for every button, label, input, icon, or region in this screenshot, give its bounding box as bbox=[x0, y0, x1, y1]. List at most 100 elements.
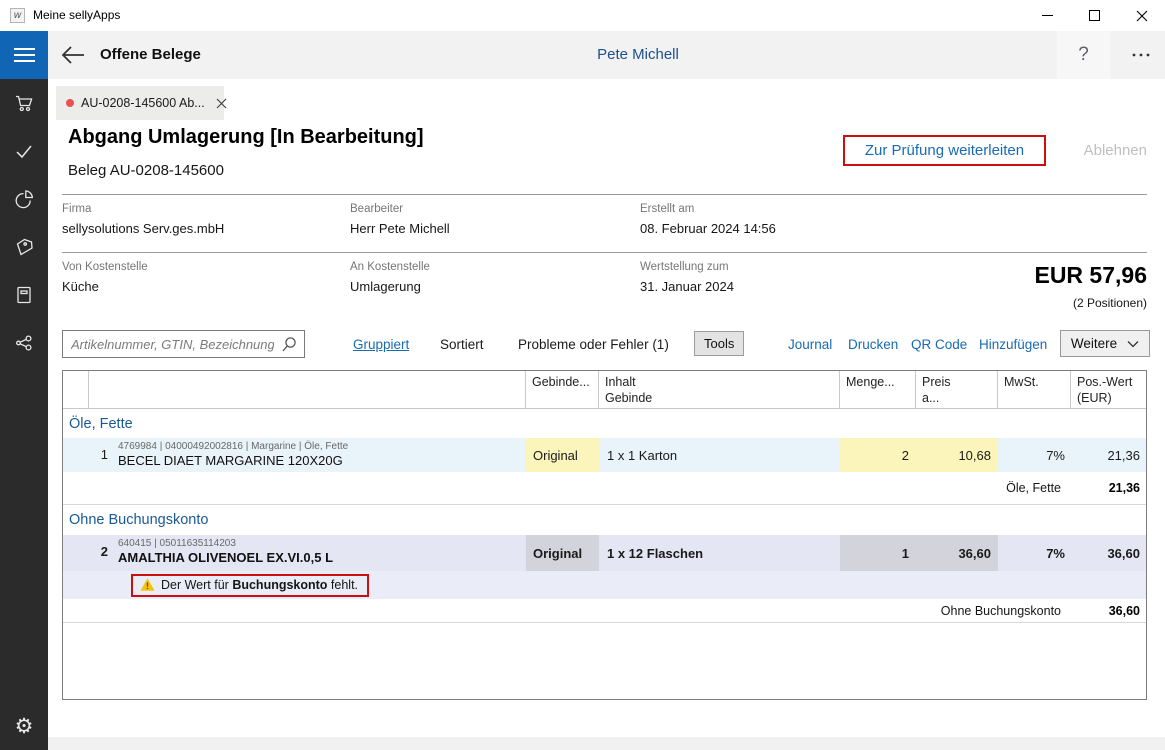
col-pos-wert[interactable]: Pos.-Wert (EUR) bbox=[1071, 371, 1146, 408]
col-preis[interactable]: Preis a... bbox=[916, 371, 998, 408]
search-input[interactable] bbox=[63, 331, 304, 357]
menge-cell[interactable]: 2 bbox=[840, 438, 916, 472]
tab-label: AU-0208-145600 Ab... bbox=[81, 96, 205, 110]
tab-close-button[interactable] bbox=[216, 98, 227, 109]
forward-for-review-button[interactable]: Zur Prüfung weiterleiten bbox=[843, 135, 1046, 166]
footer-strip bbox=[48, 737, 1165, 750]
table-row-selected[interactable]: 2 640415 | 05011635114203 AMALTHIA OLIVE… bbox=[63, 535, 1146, 571]
warning-message: Der Wert für Buchungskonto fehlt. bbox=[161, 578, 358, 592]
more-dropdown-label: Weitere bbox=[1071, 336, 1117, 351]
back-arrow-icon bbox=[60, 43, 86, 67]
sidebar-item-share[interactable] bbox=[0, 319, 48, 367]
add-link[interactable]: Hinzufügen bbox=[979, 337, 1047, 352]
article-cell: 4769984 | 04000492002816 | Margarine | Ö… bbox=[111, 438, 526, 472]
total-amount: EUR 57,96 bbox=[1034, 262, 1147, 289]
field-value-erstellt: 08. Februar 2024 14:56 bbox=[640, 221, 776, 236]
subtotal-label: Öle, Fette bbox=[63, 481, 1069, 495]
tag-icon bbox=[12, 235, 36, 259]
maximize-button[interactable] bbox=[1071, 0, 1118, 31]
field-label-erstellt: Erstellt am bbox=[640, 203, 694, 215]
preis-cell[interactable]: 10,68 bbox=[916, 438, 998, 472]
row-index: 2 bbox=[63, 535, 111, 571]
reject-button[interactable]: Ablehnen bbox=[1077, 135, 1147, 166]
more-dropdown[interactable]: Weitere bbox=[1060, 330, 1150, 357]
menu-icon bbox=[14, 48, 35, 50]
pie-chart-icon bbox=[12, 187, 36, 211]
sidebar-item-reports[interactable] bbox=[0, 175, 48, 223]
title-bar: w Meine sellyApps bbox=[0, 0, 1165, 31]
close-icon bbox=[1136, 10, 1148, 22]
maximize-icon bbox=[1089, 10, 1100, 21]
subtotal-value: 36,60 bbox=[1069, 604, 1146, 618]
divider bbox=[62, 252, 1147, 253]
field-value-von-kostenstelle: Küche bbox=[62, 279, 99, 294]
sorted-toggle[interactable]: Sortiert bbox=[440, 337, 484, 352]
field-label-an-kostenstelle: An Kostenstelle bbox=[350, 261, 430, 273]
field-label-firma: Firma bbox=[62, 203, 91, 215]
pos-wert-cell: 21,36 bbox=[1071, 438, 1146, 472]
total-positions: (2 Positionen) bbox=[1073, 296, 1147, 310]
sidebar-item-cart[interactable] bbox=[0, 79, 48, 127]
sidebar-item-journal[interactable] bbox=[0, 271, 48, 319]
mwst-cell: 7% bbox=[998, 535, 1071, 571]
field-label-wertstellung: Wertstellung zum bbox=[640, 261, 729, 273]
group-subtotal-row: Ohne Buchungskonto 36,60 bbox=[63, 599, 1146, 623]
menu-button[interactable] bbox=[0, 31, 48, 79]
sidebar-item-tasks[interactable] bbox=[0, 127, 48, 175]
app-window: w Meine sellyApps Offene Belege Pete Mic… bbox=[0, 0, 1165, 750]
sidebar-item-settings[interactable]: ⚙ bbox=[0, 702, 48, 750]
check-icon bbox=[12, 139, 36, 163]
subtotal-label: Ohne Buchungskonto bbox=[63, 604, 1069, 618]
header-more-button[interactable] bbox=[1117, 31, 1165, 79]
field-value-wertstellung: 31. Januar 2024 bbox=[640, 279, 734, 294]
help-button[interactable]: ? bbox=[1057, 31, 1110, 79]
table-row[interactable]: 1 4769984 | 04000492002816 | Margarine |… bbox=[63, 438, 1146, 472]
col-gebinde[interactable]: Gebinde... bbox=[526, 371, 599, 408]
article-name: AMALTHIA OLIVENOEL EX.VI.0,5 L bbox=[118, 550, 526, 565]
table-header-row: Gebinde... Inhalt Gebinde Menge... Preis… bbox=[63, 371, 1146, 409]
chevron-down-icon bbox=[1127, 340, 1139, 348]
search-icon bbox=[281, 336, 298, 353]
preis-cell[interactable]: 36,60 bbox=[916, 535, 998, 571]
back-button[interactable] bbox=[60, 43, 86, 67]
article-cell: 640415 | 05011635114203 AMALTHIA OLIVENO… bbox=[111, 535, 526, 571]
validation-warning-row: Der Wert für Buchungskonto fehlt. bbox=[63, 571, 1146, 599]
print-link[interactable]: Drucken bbox=[848, 337, 898, 352]
problems-filter[interactable]: Probleme oder Fehler (1) bbox=[518, 337, 669, 352]
user-name[interactable]: Pete Michell bbox=[508, 31, 768, 79]
tools-button[interactable]: Tools bbox=[694, 331, 744, 356]
grouped-toggle[interactable]: Gruppiert bbox=[353, 337, 409, 352]
minimize-icon bbox=[1042, 10, 1053, 21]
divider bbox=[62, 194, 1147, 195]
menge-cell[interactable]: 1 bbox=[840, 535, 916, 571]
field-label-bearbeiter: Bearbeiter bbox=[350, 203, 403, 215]
col-mwst[interactable]: MwSt. bbox=[998, 371, 1071, 408]
close-window-button[interactable] bbox=[1118, 0, 1165, 31]
gebinde-cell[interactable]: Original bbox=[526, 535, 599, 571]
group-header: Ohne Buchungskonto bbox=[63, 505, 1146, 535]
article-meta: 4769984 | 04000492002816 | Margarine | Ö… bbox=[118, 441, 526, 452]
sidebar-item-labels[interactable] bbox=[0, 223, 48, 271]
col-article[interactable] bbox=[89, 371, 526, 408]
help-icon: ? bbox=[1078, 44, 1089, 66]
col-inhalt-gebinde[interactable]: Inhalt Gebinde bbox=[599, 371, 840, 408]
gebinde-cell[interactable]: Original bbox=[526, 438, 599, 472]
col-select[interactable] bbox=[63, 371, 89, 408]
unsaved-dot-icon bbox=[66, 99, 74, 107]
qr-code-link[interactable]: QR Code bbox=[911, 337, 967, 352]
inhalt-cell: 1 x 12 Flaschen bbox=[599, 535, 840, 571]
book-icon bbox=[12, 283, 36, 307]
field-value-firma: sellysolutions Serv.ges.mbH bbox=[62, 221, 224, 236]
col-menge[interactable]: Menge... bbox=[840, 371, 916, 408]
app-logo-icon: w bbox=[10, 8, 25, 23]
validation-warning-annotation: Der Wert für Buchungskonto fehlt. bbox=[131, 574, 369, 597]
minimize-button[interactable] bbox=[1024, 0, 1071, 31]
positions-table: Gebinde... Inhalt Gebinde Menge... Preis… bbox=[62, 370, 1147, 700]
journal-link[interactable]: Journal bbox=[788, 337, 832, 352]
document-tab[interactable]: AU-0208-145600 Ab... bbox=[56, 86, 224, 120]
app-header: Offene Belege Pete Michell ? bbox=[48, 31, 1165, 79]
main-content: AU-0208-145600 Ab... Abgang Umlagerung [… bbox=[48, 79, 1165, 750]
share-icon bbox=[12, 331, 36, 355]
article-meta: 640415 | 05011635114203 bbox=[118, 538, 526, 549]
field-label-von-kostenstelle: Von Kostenstelle bbox=[62, 261, 148, 273]
